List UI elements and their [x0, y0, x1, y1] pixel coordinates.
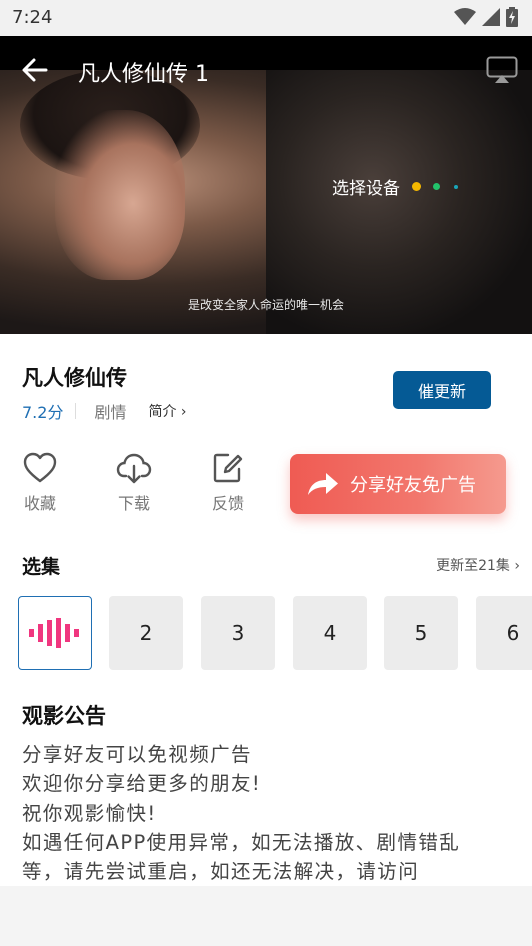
player-title: 凡人修仙传 1: [78, 62, 209, 87]
notice-line: 祝你观影愉快!: [22, 801, 157, 825]
loading-dot-3: [454, 184, 458, 189]
notice-body: 分享好友可以免视频广告 欢迎你分享给更多的朋友! 祝你观影愉快! 如遇任何APP…: [22, 740, 512, 886]
urge-update-button[interactable]: 催更新: [393, 371, 491, 409]
detail-panel: 凡人修仙传 7.2分 剧情 简介 › 催更新 收藏 下载 反馈 分享好友免广告 …: [0, 334, 532, 886]
show-genre: 剧情: [94, 403, 127, 422]
episode-4[interactable]: 4: [293, 596, 367, 670]
feedback-button[interactable]: 反馈: [198, 452, 258, 514]
episodes-more-label: 更新至21集: [436, 558, 510, 574]
status-time: 7:24: [12, 7, 53, 28]
share-ad-free-banner[interactable]: 分享好友免广告: [290, 454, 506, 514]
select-device-prompt[interactable]: 选择设备: [332, 174, 458, 199]
airplay-cast-icon[interactable]: [486, 56, 518, 84]
notice-line: 等，请先尝试重启，如还无法解决，请访问: [22, 860, 420, 884]
episode-6[interactable]: 6: [476, 596, 532, 670]
video-subtitle: 是改变全家人命运的唯一机会: [187, 298, 344, 312]
wifi-icon: [454, 8, 476, 25]
intro-link[interactable]: 简介 ›: [148, 401, 186, 421]
meta-divider: [75, 403, 77, 419]
loading-dot-1: [412, 182, 421, 191]
status-icons: [454, 7, 518, 27]
episode-5[interactable]: 5: [384, 596, 458, 670]
notice-line: 如遇任何APP使用异常，如无法播放、剧情错乱: [22, 830, 461, 854]
download-button[interactable]: 下载: [104, 452, 164, 514]
player-topbar: 凡人修仙传 1: [0, 36, 532, 106]
favorite-button[interactable]: 收藏: [10, 452, 70, 514]
video-scene-right: [266, 70, 532, 334]
edit-feedback-icon: [213, 453, 243, 483]
feedback-label: 反馈: [211, 494, 244, 513]
episode-1-playing[interactable]: [18, 596, 92, 670]
status-bar: 7:24: [0, 0, 532, 36]
video-player[interactable]: 是改变全家人命运的唯一机会 凡人修仙传 1 选择设备: [0, 36, 532, 334]
back-arrow-icon[interactable]: [20, 56, 50, 84]
now-playing-icon: [29, 618, 79, 648]
notice-line: 欢迎你分享给更多的朋友!: [22, 772, 262, 796]
share-banner-label: 分享好友免广告: [350, 475, 476, 496]
share-arrow-icon: [308, 473, 338, 495]
show-title: 凡人修仙传: [22, 366, 127, 390]
episode-list[interactable]: 2 3 4 5 6: [18, 596, 532, 670]
heart-icon: [23, 452, 57, 483]
cloud-download-icon: [116, 453, 152, 484]
intro-link-label: 简介: [148, 404, 177, 420]
chevron-right-icon: ›: [514, 558, 520, 574]
notice-heading: 观影公告: [22, 704, 106, 728]
favorite-label: 收藏: [23, 494, 56, 513]
show-rating: 7.2分: [22, 403, 64, 422]
battery-charging-icon: [506, 7, 518, 27]
chevron-right-icon: ›: [180, 404, 187, 420]
episodes-heading: 选集: [22, 556, 61, 578]
episode-3[interactable]: 3: [201, 596, 275, 670]
show-meta: 7.2分 剧情 简介 ›: [22, 399, 187, 423]
episode-2[interactable]: 2: [109, 596, 183, 670]
loading-dot-2: [433, 183, 440, 190]
notice-line: 分享好友可以免视频广告: [22, 743, 252, 766]
select-device-label: 选择设备: [332, 179, 400, 199]
episodes-more-link[interactable]: 更新至21集 ›: [436, 555, 520, 575]
video-frame[interactable]: 是改变全家人命运的唯一机会: [0, 70, 532, 334]
video-scene-face: [55, 110, 185, 280]
download-label: 下载: [117, 494, 150, 513]
signal-icon: [482, 8, 500, 26]
